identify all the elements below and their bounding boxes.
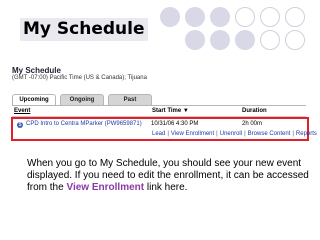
caption-text-after: link here. — [144, 182, 188, 193]
reports-link[interactable]: Reports — [296, 131, 317, 137]
event-start-time: 10/31/06 4:30 PM — [151, 121, 199, 127]
decor-circle — [185, 7, 205, 27]
decor-circle — [160, 7, 180, 27]
decor-circle — [285, 30, 305, 50]
view-enrollment-link[interactable]: View Enrollment — [171, 131, 214, 137]
tab-upcoming[interactable]: Upcoming — [12, 94, 56, 105]
decor-circle — [285, 7, 305, 27]
app-title: My Schedule — [12, 66, 61, 75]
lead-link[interactable]: Lead — [152, 131, 165, 137]
schedule-screenshot: My Schedule (GMT -07:00) Pacific Time (U… — [10, 66, 317, 141]
tab-past[interactable]: Past — [108, 94, 152, 105]
tab-divider — [12, 105, 306, 106]
decorative-circles — [160, 4, 320, 52]
tab-bar: Upcoming Ongoing Past — [12, 94, 152, 105]
event-actions: Lead | View Enrollment | Unenroll | Browse Con… — [152, 131, 317, 137]
decor-circle — [260, 7, 280, 27]
decor-circle — [235, 7, 255, 27]
decor-circle — [260, 30, 280, 50]
timezone-line: (GMT -07:00) Pacific Time (US & Canada);… — [12, 75, 147, 81]
table-header: Event Start Time ▼ Duration — [12, 108, 306, 115]
slide-caption: When you go to My Schedule, you should s… — [27, 158, 309, 194]
event-status-icon: $ — [17, 122, 23, 128]
column-header-event[interactable]: Event — [14, 108, 30, 114]
decor-circle — [235, 30, 255, 50]
caption-view-enrollment-link: View Enrollment — [66, 182, 145, 193]
table-row: $ CPD Intro to Centra MParker (PW9659871… — [11, 117, 317, 141]
decor-circle — [185, 30, 205, 50]
event-duration: 2h 00m — [242, 121, 263, 127]
event-name-link[interactable]: CPD Intro to Centra MParker (PW9659871) — [26, 121, 142, 127]
browse-content-link[interactable]: Browse Content — [248, 131, 291, 137]
unenroll-link[interactable]: Unenroll — [220, 131, 242, 137]
decor-circle — [210, 7, 230, 27]
slide-title: My Schedule — [20, 18, 148, 41]
column-header-start-time[interactable]: Start Time ▼ — [152, 108, 189, 114]
decor-circle — [210, 30, 230, 50]
column-header-duration: Duration — [242, 108, 267, 114]
tab-ongoing[interactable]: Ongoing — [60, 94, 104, 105]
